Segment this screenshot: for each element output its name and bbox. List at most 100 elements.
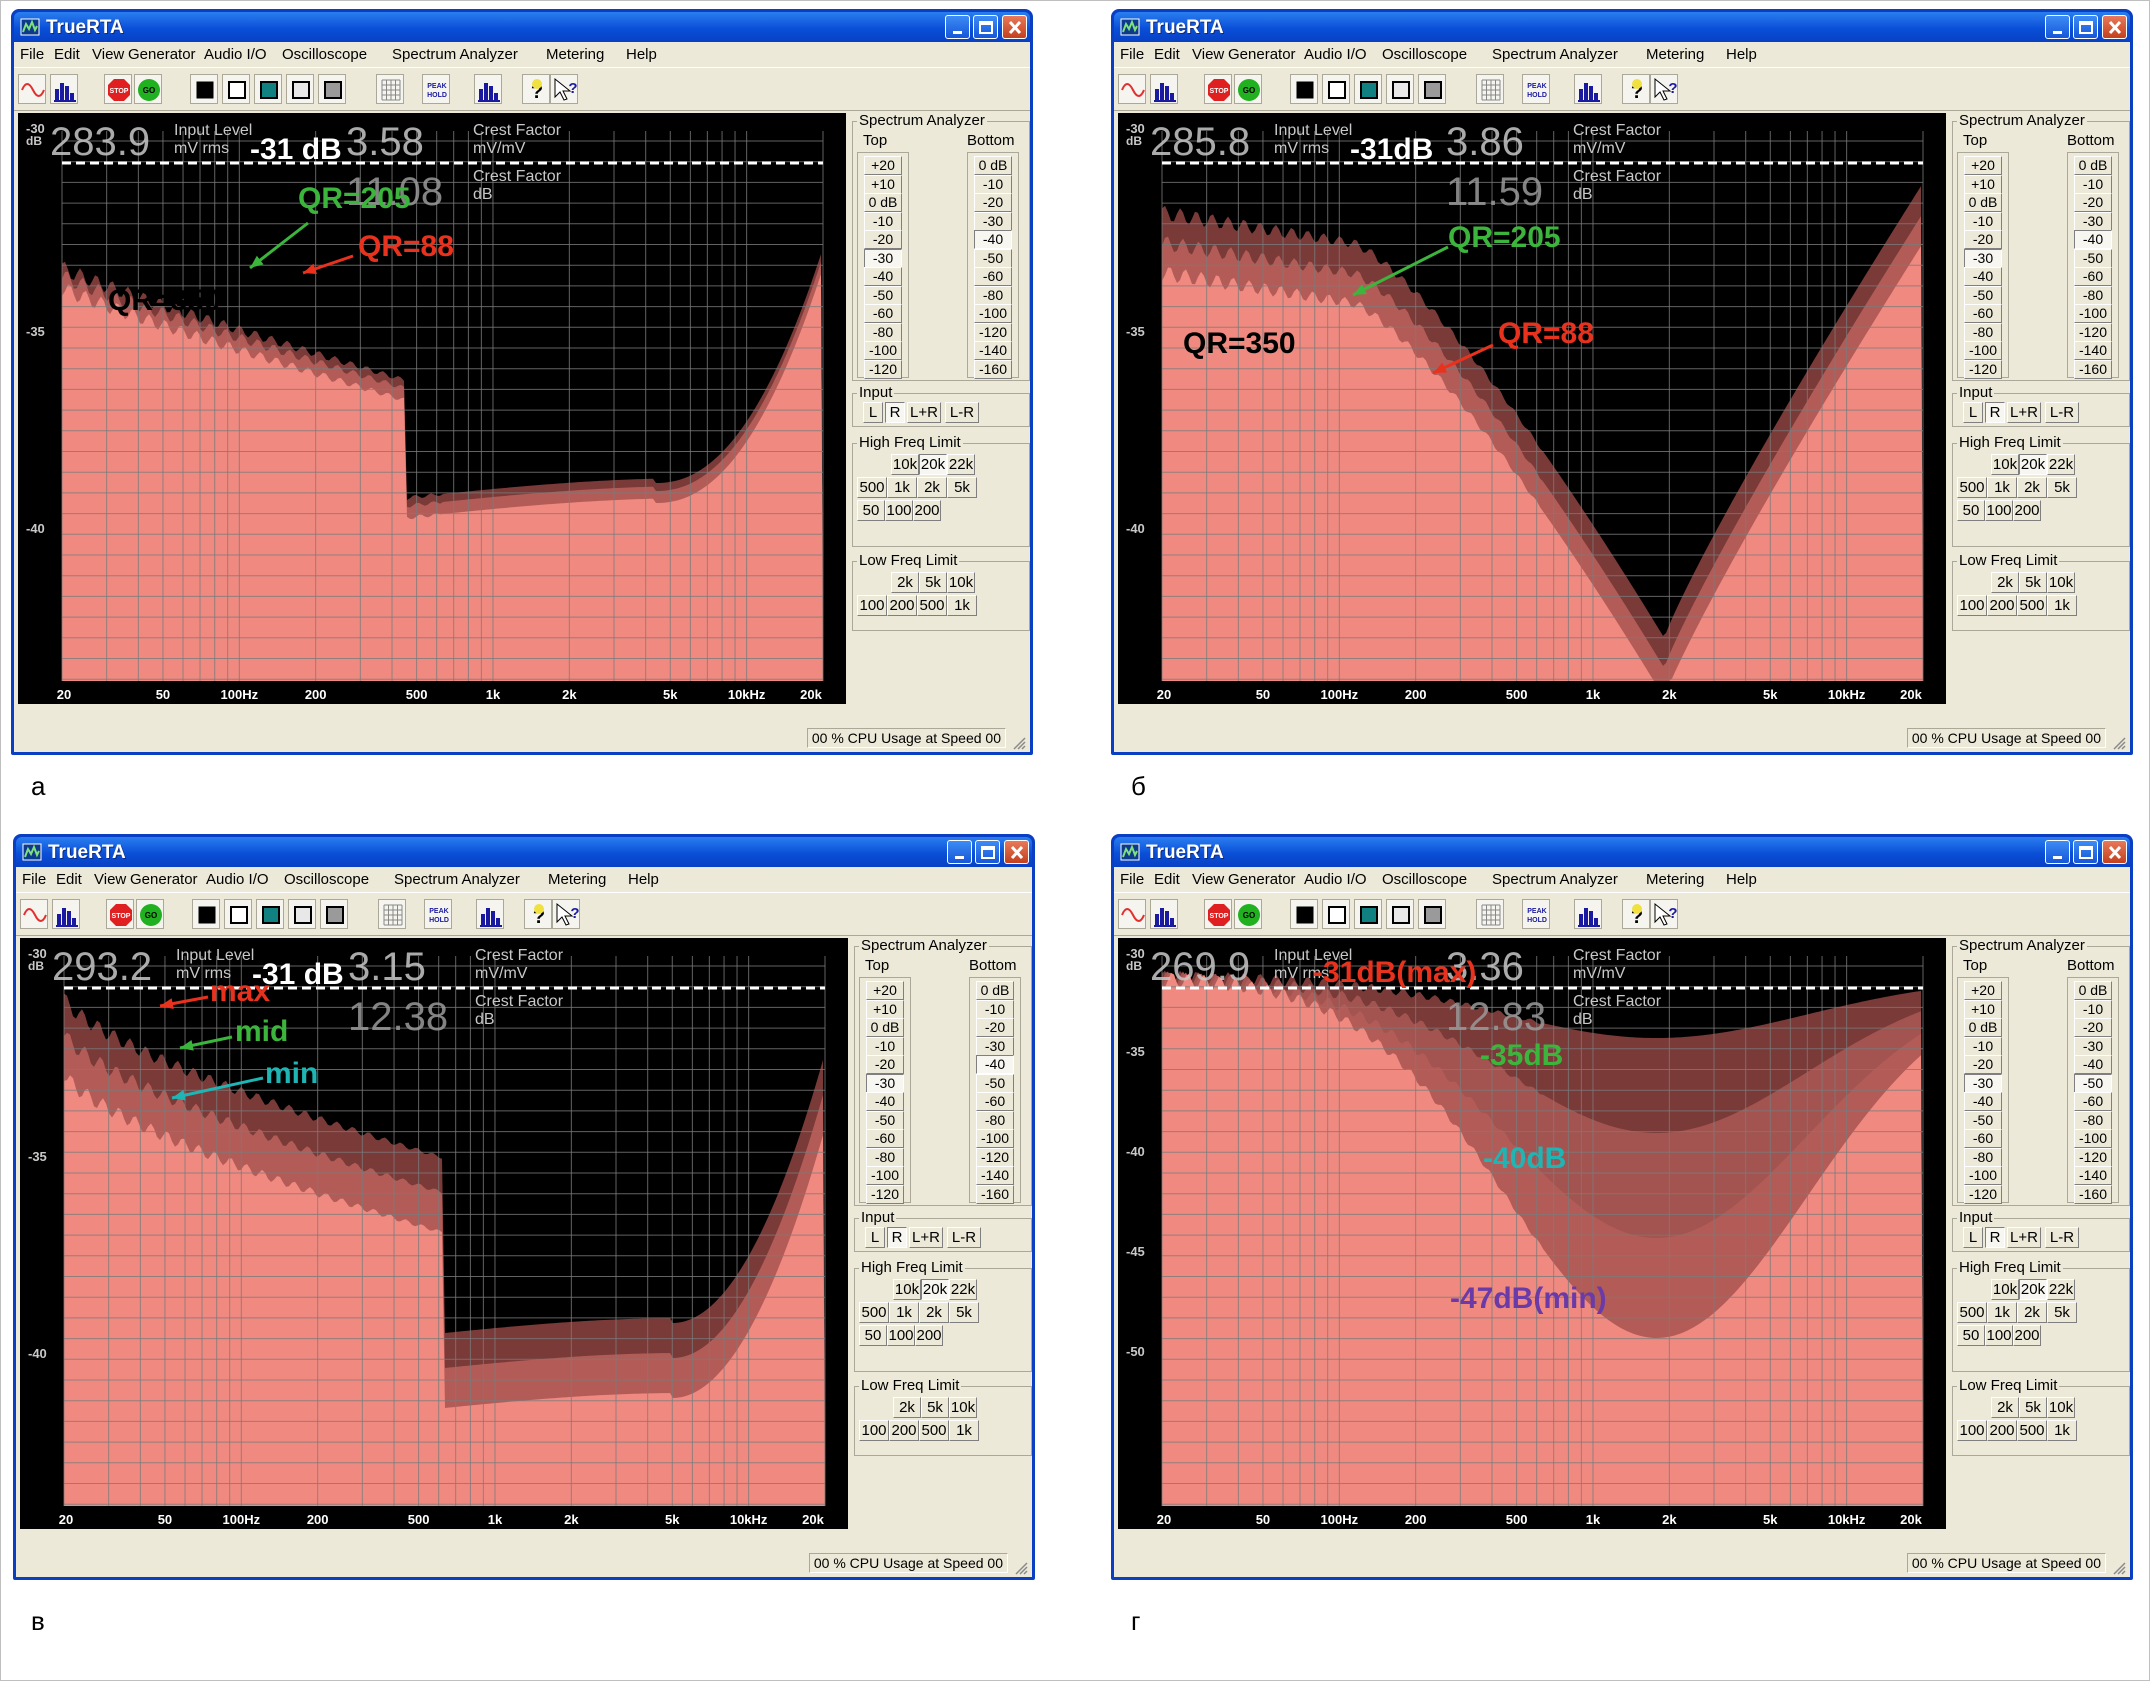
top-scale-button[interactable]: -100: [864, 341, 902, 360]
minimize-button[interactable]: [2045, 15, 2070, 39]
menu-item-audio-i-o[interactable]: Audio I/O: [204, 46, 267, 63]
menu-item-file[interactable]: File: [22, 871, 46, 888]
bottom-scale-button[interactable]: -80: [976, 1110, 1014, 1130]
high-freq-button[interactable]: 200: [2013, 1325, 2041, 1346]
top-scale-button[interactable]: +10: [1964, 174, 2002, 194]
whats-this-icon[interactable]: ?: [552, 899, 580, 929]
menu-item-audio-i-o[interactable]: Audio I/O: [1304, 871, 1367, 888]
input-l-plus-minus-r-button[interactable]: L+R: [907, 402, 941, 423]
high-freq-button[interactable]: 200: [915, 1325, 943, 1346]
bottom-scale-button[interactable]: -120: [2074, 322, 2112, 342]
menu-item-help[interactable]: Help: [1726, 46, 1757, 63]
low-freq-button[interactable]: 100: [857, 595, 887, 616]
low-freq-button[interactable]: 500: [917, 595, 947, 616]
stop-icon[interactable]: STOP: [106, 899, 134, 929]
high-freq-button[interactable]: 10k: [1991, 454, 2019, 475]
menu-item-metering[interactable]: Metering: [1646, 871, 1704, 888]
input-l-button[interactable]: L: [1963, 1227, 1983, 1248]
top-scale-button[interactable]: -60: [866, 1129, 904, 1148]
top-scale-button[interactable]: 0 dB: [1964, 1018, 2002, 1037]
high-freq-button[interactable]: 20k: [2019, 454, 2047, 475]
menu-item-edit[interactable]: Edit: [1154, 871, 1180, 888]
gray-swatch-icon[interactable]: [318, 74, 346, 104]
menu-item-view[interactable]: View: [1192, 46, 1224, 63]
menu-item-metering[interactable]: Metering: [1646, 46, 1704, 63]
high-freq-button[interactable]: 50: [857, 500, 885, 521]
top-scale-button[interactable]: -120: [1964, 1184, 2002, 1204]
top-scale-button[interactable]: -120: [1964, 359, 2002, 379]
teal-swatch-icon[interactable]: [1354, 74, 1382, 104]
high-freq-button[interactable]: 2k: [2017, 477, 2047, 498]
menu-item-view[interactable]: View: [1192, 871, 1224, 888]
menu-item-generator[interactable]: Generator: [128, 46, 196, 63]
bottom-scale-button[interactable]: -50: [976, 1073, 1014, 1093]
maximize-button[interactable]: [2073, 15, 2098, 39]
low-freq-button[interactable]: 500: [919, 1420, 949, 1441]
sine-wave-icon[interactable]: [1118, 74, 1146, 104]
high-freq-button[interactable]: 100: [1985, 500, 2013, 521]
top-scale-button[interactable]: -30: [1964, 248, 2002, 268]
bottom-scale-button[interactable]: 0 dB: [2074, 156, 2112, 175]
top-scale-button[interactable]: -20: [1964, 1055, 2002, 1074]
high-freq-button[interactable]: 500: [1957, 477, 1987, 498]
high-freq-button[interactable]: 22k: [2047, 1279, 2075, 1300]
menu-item-file[interactable]: File: [20, 46, 44, 63]
low-freq-button[interactable]: 200: [889, 1420, 919, 1441]
low-freq-button[interactable]: 200: [1987, 595, 2017, 616]
go-icon[interactable]: GO: [1234, 74, 1262, 104]
menu-item-help[interactable]: Help: [626, 46, 657, 63]
bottom-scale-button[interactable]: -160: [2074, 359, 2112, 379]
bottom-scale-button[interactable]: 0 dB: [976, 981, 1014, 1000]
go-icon[interactable]: GO: [134, 74, 162, 104]
white-swatch-icon[interactable]: [224, 899, 252, 929]
low-freq-button[interactable]: 10k: [947, 572, 975, 593]
high-freq-button[interactable]: 100: [885, 500, 913, 521]
input-r-button[interactable]: R: [1985, 402, 2005, 423]
top-scale-button[interactable]: -40: [1964, 1092, 2002, 1111]
spectrum-icon[interactable]: [1150, 74, 1178, 104]
whats-this-icon[interactable]: ?: [1650, 74, 1678, 104]
top-scale-button[interactable]: +10: [1964, 999, 2002, 1019]
input-l-minus-r-button[interactable]: L-R: [2045, 402, 2079, 423]
high-freq-button[interactable]: 200: [913, 500, 941, 521]
stop-icon[interactable]: STOP: [1204, 899, 1232, 929]
maximize-button[interactable]: [975, 840, 1000, 864]
low-freq-button[interactable]: 1k: [2047, 1420, 2077, 1441]
light-swatch-icon[interactable]: [286, 74, 314, 104]
bottom-scale-button[interactable]: -120: [976, 1147, 1014, 1167]
top-scale-button[interactable]: -100: [1964, 1166, 2002, 1185]
white-swatch-icon[interactable]: [222, 74, 250, 104]
peak-hold-icon[interactable]: PEAK HOLD: [422, 74, 450, 104]
maximize-button[interactable]: [2073, 840, 2098, 864]
high-freq-button[interactable]: 1k: [887, 477, 917, 498]
high-freq-button[interactable]: 20k: [2019, 1279, 2047, 1300]
input-l-minus-r-button[interactable]: L-R: [947, 1227, 981, 1248]
spectrum-icon[interactable]: [1150, 899, 1178, 929]
bottom-scale-button[interactable]: -60: [2074, 267, 2112, 286]
high-freq-button[interactable]: 10k: [1991, 1279, 2019, 1300]
top-scale-button[interactable]: -120: [866, 1184, 904, 1204]
bottom-scale-button[interactable]: -10: [2074, 999, 2112, 1019]
bars-icon[interactable]: [476, 899, 504, 929]
light-swatch-icon[interactable]: [1386, 899, 1414, 929]
bottom-scale-button[interactable]: -60: [2074, 1092, 2112, 1111]
bottom-scale-button[interactable]: -140: [974, 341, 1012, 360]
sine-wave-icon[interactable]: [1118, 899, 1146, 929]
peak-hold-icon[interactable]: PEAK HOLD: [424, 899, 452, 929]
whats-this-icon[interactable]: ?: [1650, 899, 1678, 929]
gray-swatch-icon[interactable]: [1418, 74, 1446, 104]
grid-icon[interactable]: [1476, 899, 1504, 929]
low-freq-button[interactable]: 10k: [2047, 572, 2075, 593]
bottom-scale-button[interactable]: -60: [974, 267, 1012, 286]
gray-swatch-icon[interactable]: [320, 899, 348, 929]
bottom-scale-button[interactable]: -80: [974, 285, 1012, 305]
input-l-button[interactable]: L: [865, 1227, 885, 1248]
menu-item-audio-i-o[interactable]: Audio I/O: [206, 871, 269, 888]
bottom-scale-button[interactable]: -160: [2074, 1184, 2112, 1204]
help-icon[interactable]: ?: [524, 899, 552, 929]
grid-icon[interactable]: [376, 74, 404, 104]
high-freq-button[interactable]: 50: [859, 1325, 887, 1346]
bottom-scale-button[interactable]: -50: [2074, 1073, 2112, 1093]
white-swatch-icon[interactable]: [1322, 899, 1350, 929]
low-freq-button[interactable]: 100: [1957, 1420, 1987, 1441]
